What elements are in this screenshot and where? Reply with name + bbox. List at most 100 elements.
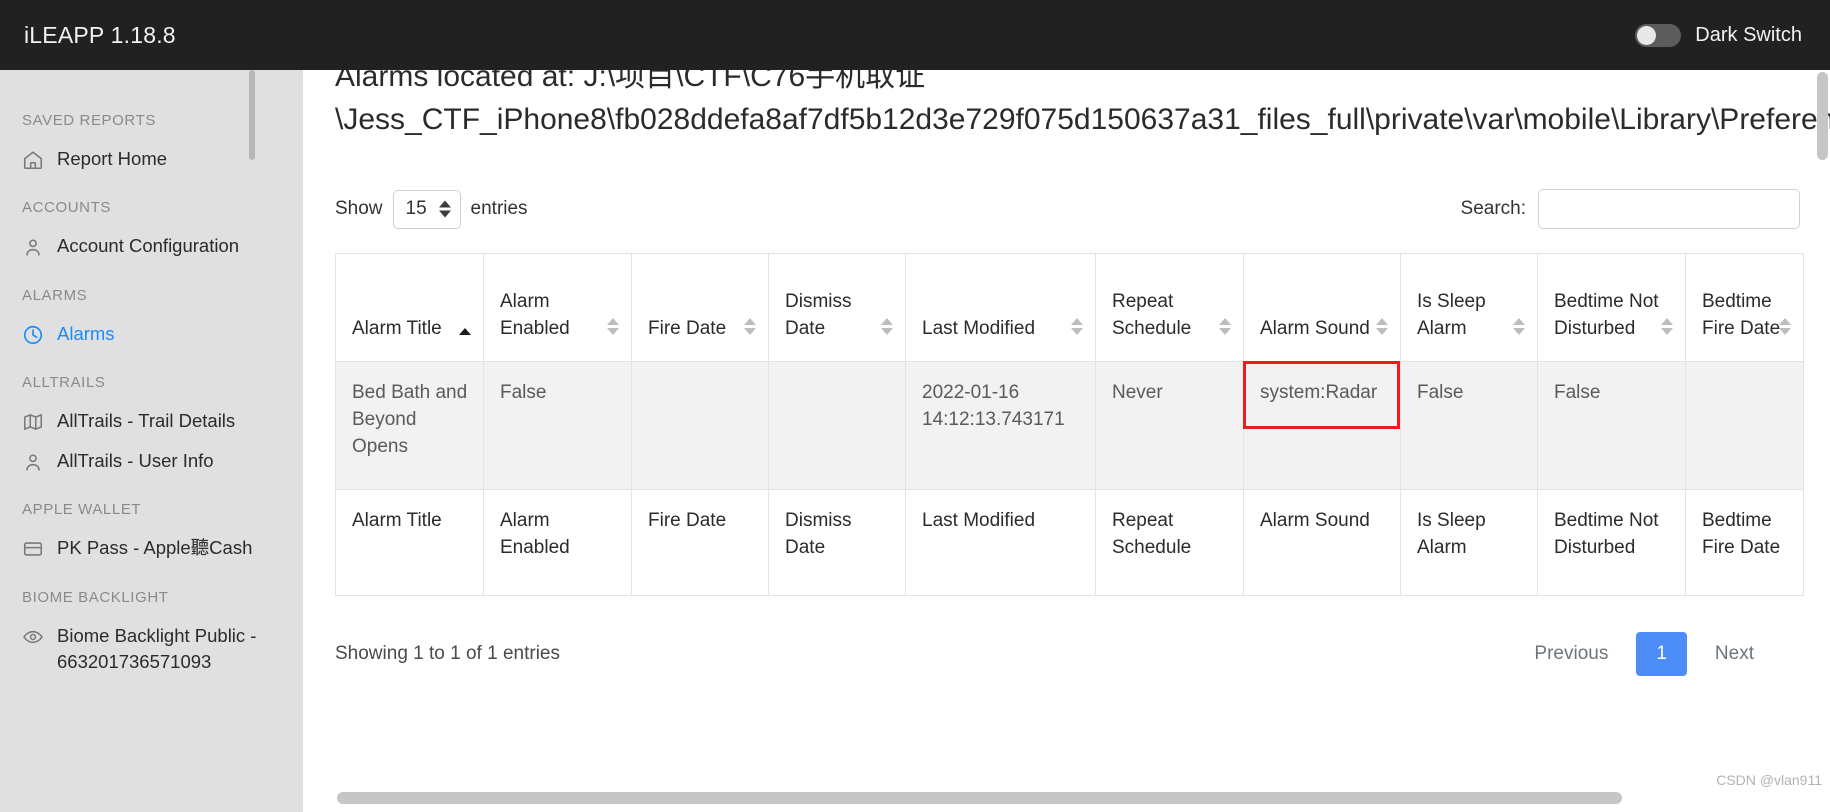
sort-indicator-icon (881, 318, 893, 336)
sidebar-item-label: Account Configuration (57, 235, 240, 257)
entries-label: entries (470, 198, 528, 220)
search-control: Search: (1461, 189, 1800, 230)
footer-column-repeat-schedule: Repeat Schedule (1095, 489, 1244, 597)
sort-desc-icon (607, 328, 619, 336)
sidebar-item-label: AllTrails - User Info (57, 450, 214, 472)
triangle-down-icon (438, 210, 451, 218)
column-header-repeat-schedule[interactable]: Repeat Schedule (1095, 253, 1244, 363)
pagination-next[interactable]: Next (1697, 633, 1772, 675)
show-label: Show (335, 198, 383, 220)
sidebar-item-label: AllTrails - Trail Details (57, 409, 236, 431)
sort-desc-icon (881, 328, 893, 336)
pagination-previous[interactable]: Previous (1516, 633, 1626, 675)
pagination-page-1[interactable]: 1 (1636, 632, 1687, 677)
column-header-dismiss-date[interactable]: Dismiss Date (768, 253, 906, 363)
horizontal-scrollbar-thumb[interactable] (337, 792, 1622, 804)
table-footer-row: Alarm Title Alarm Enabled Fire Date Dism… (335, 489, 1804, 597)
column-label: Is Sleep Alarm (1417, 291, 1486, 340)
footer-column-alarm-sound: Alarm Sound (1243, 489, 1401, 597)
table-scroll-container[interactable]: Alarm Title Alarm Enabled Fire Date Dism… (335, 253, 1805, 597)
column-label: Dismiss Date (785, 291, 852, 340)
cell-fire-date (631, 361, 769, 491)
sort-indicator-icon (1661, 318, 1673, 336)
table-body: Bed Bath and Beyond Opens False 2022-01-… (335, 361, 1804, 491)
footer-column-is-sleep-alarm: Is Sleep Alarm (1400, 489, 1538, 597)
sidebar-item-alltrails-trail-details[interactable]: AllTrails - Trail Details (0, 401, 303, 441)
sidebar-item-alltrails-user-info[interactable]: AllTrails - User Info (0, 441, 303, 481)
cell-is-sleep-alarm: False (1400, 361, 1538, 491)
sidebar-item-account-configuration[interactable]: Account Configuration (0, 226, 303, 266)
map-icon (22, 411, 44, 433)
pagination: Previous 1 Next (1516, 632, 1772, 677)
table-controls: Show 15 entries Search: (303, 141, 1830, 230)
alarms-table: Alarm Title Alarm Enabled Fire Date Dism… (335, 253, 1804, 597)
sidebar-scrollbar[interactable] (249, 70, 255, 160)
sidebar-section-saved-reports: SAVED REPORTS (22, 112, 156, 129)
table-head: Alarm Title Alarm Enabled Fire Date Dism… (335, 253, 1804, 363)
page-length-value: 15 (405, 198, 427, 220)
column-header-fire-date[interactable]: Fire Date (631, 253, 769, 363)
cell-alarm-title: Bed Bath and Beyond Opens (335, 361, 484, 491)
sort-desc-icon (744, 328, 756, 336)
sort-indicator-icon (1071, 318, 1083, 336)
card-icon (22, 538, 44, 560)
column-header-is-sleep-alarm[interactable]: Is Sleep Alarm (1400, 253, 1538, 363)
sidebar-section-apple-wallet: APPLE WALLET (22, 501, 142, 519)
column-header-last-modified[interactable]: Last Modified (905, 253, 1096, 363)
sidebar-item-biome-backlight-public[interactable]: Biome Backlight Public - 663201736571093 (0, 616, 303, 683)
vertical-scrollbar-thumb[interactable] (1817, 72, 1828, 160)
table-foot: Alarm Title Alarm Enabled Fire Date Dism… (335, 489, 1804, 597)
sidebar-item-label: Biome Backlight Public - 663201736571093 (57, 624, 257, 672)
sort-indicator-icon (1219, 318, 1231, 336)
dark-switch-toggle[interactable] (1635, 23, 1682, 47)
sidebar-item-alarms[interactable]: Alarms (0, 314, 303, 354)
sort-asc-icon (881, 318, 893, 326)
sidebar-section-biome-backlight: BIOME BACKLIGHT (22, 588, 169, 606)
cell-alarm-sound: system:Radar (1243, 361, 1401, 491)
sidebar-item-pk-pass-apple-cash[interactable]: PK Pass - Apple聽Cash (0, 528, 303, 568)
page-vertical-scrollbar[interactable] (1817, 72, 1828, 812)
column-header-bedtime-not-disturbed[interactable]: Bedtime Not Disturbed (1537, 253, 1686, 363)
sidebar-section-alltrails: ALLTRAILS (22, 373, 106, 391)
sidebar[interactable]: SAVED REPORTS Report Home ACCOUNTS Accou… (0, 70, 303, 812)
sort-indicator-icon (1513, 318, 1525, 336)
footer-column-dismiss-date: Dismiss Date (768, 489, 906, 597)
column-header-alarm-title[interactable]: Alarm Title (335, 253, 484, 363)
column-label: Alarm Title (352, 318, 442, 340)
search-input[interactable] (1538, 189, 1800, 230)
dark-switch-label: Dark Switch (1695, 23, 1802, 46)
triangle-up-icon (438, 200, 451, 208)
column-label: Repeat Schedule (1112, 291, 1192, 340)
sidebar-item-report-home[interactable]: Report Home (0, 139, 303, 179)
footer-column-bedtime-not-disturbed: Bedtime Not Disturbed (1537, 489, 1686, 597)
watermark: CSDN @vlan911 (1716, 772, 1822, 788)
page-length-select[interactable]: 15 (392, 189, 461, 229)
table-row[interactable]: Bed Bath and Beyond Opens False 2022-01-… (335, 361, 1804, 491)
app-title: iLEAPP 1.18.8 (24, 21, 176, 48)
sidebar-item-label: PK Pass - Apple聽Cash (57, 537, 253, 559)
sort-indicator-icon (607, 318, 619, 336)
cell-alarm-sound-value: system:Radar (1260, 382, 1378, 404)
column-header-alarm-sound[interactable]: Alarm Sound (1243, 253, 1401, 363)
sort-asc-icon (1219, 318, 1231, 326)
table-horizontal-scrollbar[interactable] (337, 792, 1797, 804)
chevron-updown-icon (438, 200, 451, 218)
main-inner: Alarms located at: J:\项目\CTF\C76手机取证 \Je… (303, 70, 1830, 677)
main-content: Alarms located at: J:\项目\CTF\C76手机取证 \Je… (303, 70, 1830, 812)
sort-asc-icon (1779, 318, 1791, 326)
home-icon (22, 149, 44, 171)
cell-alarm-enabled: False (483, 361, 632, 491)
column-label: Fire Date (648, 318, 727, 340)
sort-indicator-icon (459, 328, 471, 336)
column-header-alarm-enabled[interactable]: Alarm Enabled (483, 253, 632, 363)
top-bar-right: Dark Switch (1635, 23, 1830, 47)
footer-column-alarm-enabled: Alarm Enabled (483, 489, 632, 597)
footer-column-last-modified: Last Modified (905, 489, 1096, 597)
app-window: iLEAPP 1.18.8 Dark Switch SAVED REPORTS … (0, 0, 1830, 812)
footer-column-fire-date: Fire Date (631, 489, 769, 597)
column-header-bedtime-fire-date[interactable]: Bedtime Fire Date (1685, 253, 1804, 363)
sort-indicator-icon (1376, 318, 1388, 336)
dark-switch-knob (1637, 25, 1657, 45)
column-label: Bedtime Not Disturbed (1554, 291, 1659, 340)
sidebar-item-label: Alarms (57, 322, 115, 344)
